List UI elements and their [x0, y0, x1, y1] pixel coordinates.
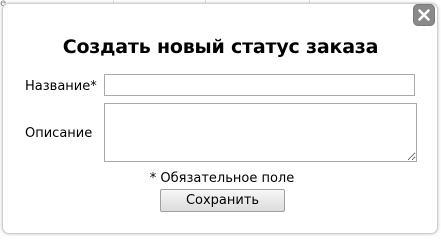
close-icon: [418, 9, 430, 21]
dialog-title: Создать новый статус заказа: [62, 36, 379, 58]
name-input[interactable]: [104, 74, 415, 96]
name-label: Название*: [25, 79, 97, 94]
description-label: Описание: [25, 126, 93, 141]
description-textarea[interactable]: [104, 103, 417, 162]
close-button[interactable]: [413, 4, 435, 26]
save-button[interactable]: Сохранить: [160, 189, 285, 212]
required-field-note: * Обязательное поле: [149, 171, 295, 186]
